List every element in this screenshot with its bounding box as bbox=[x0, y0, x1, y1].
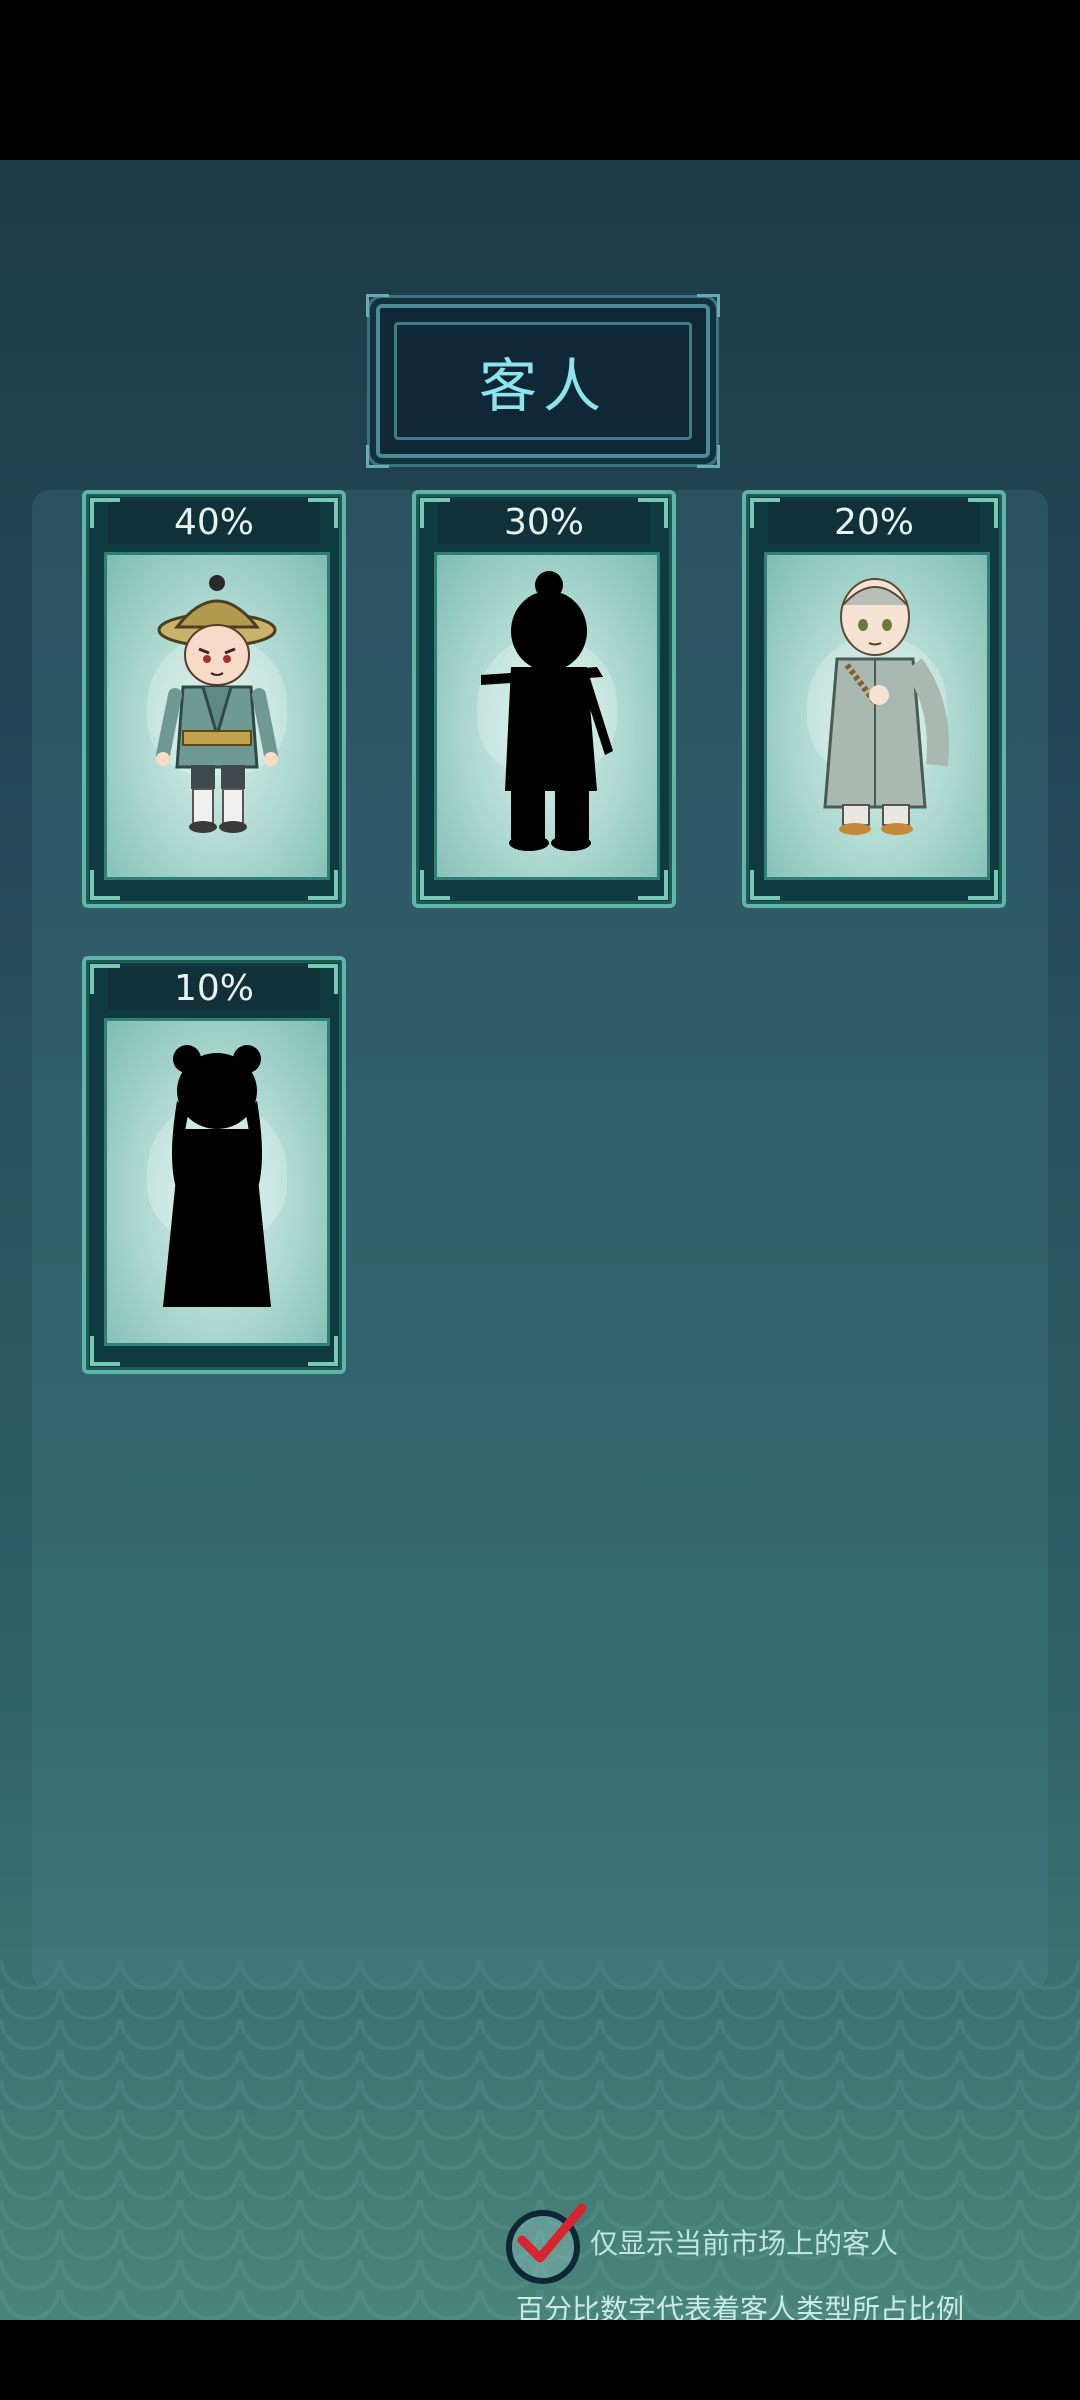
customer-card-locked[interactable]: 30% bbox=[412, 490, 676, 908]
fret-corner-decoration bbox=[750, 498, 780, 528]
status-bar-area bbox=[0, 0, 1080, 160]
fret-corner-decoration bbox=[750, 870, 780, 900]
customer-percent: 30% bbox=[438, 500, 650, 544]
filter-label: 仅显示当前市场上的客人 bbox=[590, 2227, 899, 2260]
silhouette-figure-icon bbox=[163, 1045, 271, 1307]
fret-corner-decoration bbox=[638, 870, 668, 900]
fret-corner-decoration bbox=[968, 498, 998, 528]
fret-corner-decoration bbox=[420, 870, 450, 900]
customer-portrait bbox=[104, 552, 330, 880]
fret-corner-decoration bbox=[420, 498, 450, 528]
monk-figure-icon bbox=[823, 578, 949, 835]
fret-corner-decoration bbox=[90, 498, 120, 528]
percent-note: 百分比数字代表着客人类型所占比例 bbox=[516, 2293, 965, 2320]
customer-percent: 20% bbox=[768, 500, 980, 544]
market-filter-checkbox[interactable]: 仅显示当前市场上的客人 bbox=[506, 2203, 1026, 2284]
customer-portrait bbox=[434, 552, 660, 880]
page-title: 客人 bbox=[478, 352, 607, 420]
customer-card-farmer[interactable]: 40% bbox=[82, 490, 346, 908]
customer-percent: 10% bbox=[108, 966, 320, 1010]
fret-corner-decoration bbox=[308, 964, 338, 994]
fret-corner-decoration bbox=[90, 964, 120, 994]
fret-corner-decoration bbox=[308, 870, 338, 900]
fret-corner-decoration bbox=[308, 1336, 338, 1366]
fret-corner-decoration bbox=[90, 1336, 120, 1366]
fret-corner-decoration bbox=[90, 870, 120, 900]
farmer-figure-icon bbox=[156, 575, 278, 833]
customer-card-monk[interactable]: 20% bbox=[742, 490, 1006, 908]
game-screen: 客人 40% 30% 20% 10% 仅显示当前市场上的客人 百分比数字代表着客… bbox=[0, 160, 1080, 2320]
customer-percent: 40% bbox=[108, 500, 320, 544]
customer-card-locked[interactable]: 10% bbox=[82, 956, 346, 1374]
navigation-bar-area bbox=[0, 2320, 1080, 2400]
silhouette-figure-icon bbox=[481, 571, 613, 851]
fret-corner-decoration bbox=[308, 498, 338, 528]
customer-panel: 40% 30% 20% 10% bbox=[32, 490, 1048, 1990]
fret-corner-decoration bbox=[968, 870, 998, 900]
customer-portrait bbox=[764, 552, 990, 880]
checkmark-icon bbox=[517, 2203, 586, 2263]
title-plate: 客人 bbox=[366, 294, 720, 468]
fret-corner-decoration bbox=[638, 498, 668, 528]
customer-portrait bbox=[104, 1018, 330, 1346]
